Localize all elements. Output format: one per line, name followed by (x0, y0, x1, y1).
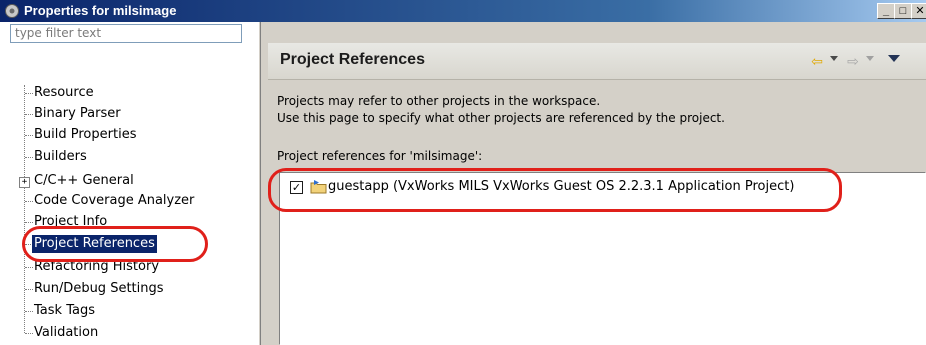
description-line-1: Projects may refer to other projects in … (277, 94, 601, 108)
properties-dialog: Properties for milsimage _ □ ✕ type filt… (0, 0, 926, 345)
page-title: Project References (280, 51, 425, 68)
tree-item-refactoring-history[interactable]: Refactoring History (34, 258, 159, 276)
title-bar[interactable]: Properties for milsimage _ □ ✕ (0, 0, 926, 22)
forward-history-dropdown-icon[interactable] (866, 56, 874, 61)
maximize-button[interactable]: □ (894, 3, 912, 19)
tree-item-code-coverage-analyzer[interactable]: Code Coverage Analyzer (34, 192, 194, 210)
back-arrow-icon[interactable]: ⇦ (808, 53, 826, 69)
tree-connector (25, 201, 33, 202)
tree-item-build-properties[interactable]: Build Properties (34, 126, 136, 144)
tree-connector (25, 114, 33, 115)
forward-arrow-icon[interactable]: ⇨ (844, 53, 862, 69)
settings-gear-icon (5, 4, 19, 18)
tree-connector (25, 93, 33, 94)
window-title: Properties for milsimage (24, 3, 177, 18)
tree-connector (25, 267, 33, 268)
close-button[interactable]: ✕ (911, 3, 926, 19)
page-header: Project References ⇦ ⇨ (268, 43, 926, 80)
project-references-list[interactable] (279, 172, 926, 345)
tree-item-task-tags[interactable]: Task Tags (34, 302, 95, 320)
tree-connector (25, 157, 33, 158)
tree-item-project-references[interactable]: Project References (32, 235, 157, 253)
expand-toggle-icon[interactable]: + (19, 177, 30, 188)
tree-item-run-debug-settings[interactable]: Run/Debug Settings (34, 280, 164, 298)
project-folder-icon (310, 180, 327, 194)
description-line-2: Use this page to specify what other proj… (277, 111, 725, 125)
tree-item-binary-parser[interactable]: Binary Parser (34, 105, 121, 123)
tree-item-project-info[interactable]: Project Info (34, 213, 107, 231)
tree-connector (25, 135, 33, 136)
minimize-button[interactable]: _ (877, 3, 895, 19)
back-history-dropdown-icon[interactable] (830, 56, 838, 61)
view-menu-icon[interactable] (888, 55, 900, 62)
project-checkbox[interactable]: ✓ (290, 181, 303, 194)
tree-item-resource[interactable]: Resource (34, 84, 94, 102)
tree-item-validation[interactable]: Validation (34, 324, 98, 342)
references-label: Project references for 'milsimage': (277, 149, 483, 163)
filter-input[interactable]: type filter text (10, 24, 242, 43)
pane-splitter[interactable] (258, 22, 261, 345)
tree-item-cpp-general[interactable]: C/C++ General (34, 172, 134, 190)
tree-item-builders[interactable]: Builders (34, 148, 87, 166)
tree-connector (25, 289, 33, 290)
tree-guide-line (24, 85, 25, 333)
tree-connector (25, 311, 33, 312)
project-guestapp-label[interactable]: guestapp (VxWorks MILS VxWorks Guest OS … (328, 179, 794, 194)
tree-connector (25, 333, 33, 334)
tree-connector (25, 222, 33, 223)
